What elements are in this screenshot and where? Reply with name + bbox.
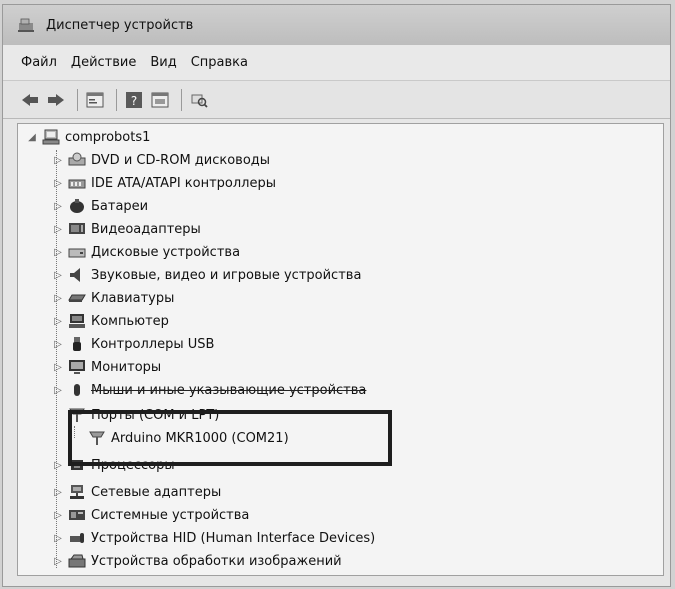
tree-item-sound[interactable]: ▷ Звуковые, видео и игровые устройства: [52, 264, 361, 286]
tree-item-system[interactable]: ▷ Системные устройства: [52, 504, 249, 526]
tree-item-label: Порты (COM и LPT): [91, 407, 220, 423]
ide-controller-icon: [68, 175, 86, 191]
tree-connector: [74, 426, 75, 438]
tree-item-label: Компьютер: [91, 313, 169, 329]
toolbar-separator: [77, 88, 78, 111]
tree-item-network[interactable]: ▷ Сетевые адаптеры: [52, 481, 221, 503]
expand-arrow-icon[interactable]: ▷: [52, 316, 64, 327]
speaker-icon: [68, 267, 86, 283]
tree-item-label: Процессоры: [91, 457, 175, 473]
expand-arrow-icon[interactable]: ▷: [52, 487, 64, 498]
tree-item-keyboard[interactable]: ▷ Клавиатуры: [52, 287, 174, 309]
tree-item-usb[interactable]: ▷ Контроллеры USB: [52, 333, 214, 355]
computer-icon: [42, 129, 60, 145]
expand-arrow-icon[interactable]: ▷: [52, 510, 64, 521]
display-adapter-icon: [68, 221, 86, 237]
imaging-device-icon: [68, 553, 86, 569]
menu-help[interactable]: Справка: [191, 55, 248, 70]
expand-arrow-icon[interactable]: ▷: [52, 385, 64, 396]
tree-item-label: IDE ATA/ATAPI контроллеры: [91, 175, 277, 191]
window-title: Диспетчер устройств: [46, 17, 194, 33]
view-icon[interactable]: [149, 89, 171, 111]
menu-file[interactable]: Файл: [21, 55, 57, 70]
tree-item-monitors[interactable]: ▷ Мониторы: [52, 356, 161, 378]
tree-item-label: DVD и CD-ROM дисководы: [91, 152, 271, 168]
tree-item-label: Сетевые адаптеры: [91, 484, 222, 500]
expand-arrow-icon[interactable]: ▷: [52, 533, 64, 544]
forward-icon[interactable]: [45, 89, 67, 111]
computer-icon: [68, 313, 86, 329]
tree-item-arduino-mkr1000[interactable]: Arduino MKR1000 (COM21): [88, 427, 289, 449]
expand-arrow-icon[interactable]: ▷: [52, 224, 64, 235]
dvd-drive-icon: [68, 152, 86, 168]
system-device-icon: [68, 507, 86, 523]
toolbar-separator: [181, 88, 182, 111]
back-icon[interactable]: [19, 89, 41, 111]
monitor-icon: [68, 359, 86, 375]
tree-item-mice[interactable]: ▷ Мыши и иные указывающие устройства: [52, 379, 366, 401]
port-icon: [68, 407, 86, 423]
collapse-arrow-icon[interactable]: ◢: [26, 132, 38, 143]
tree-item-video[interactable]: ▷ Видеоадаптеры: [52, 218, 201, 240]
tree-item-label: Мыши и иные указывающие устройства: [91, 382, 367, 398]
mouse-icon: [68, 382, 86, 398]
expand-arrow-icon[interactable]: ▷: [52, 201, 64, 212]
menu-view[interactable]: Вид: [150, 55, 176, 70]
battery-icon: [68, 198, 86, 214]
tree-item-ide[interactable]: ▷ IDE ATA/ATAPI контроллеры: [52, 172, 276, 194]
expand-arrow-icon[interactable]: ▷: [52, 556, 64, 567]
expand-arrow-icon[interactable]: ▷: [52, 293, 64, 304]
svg-text:?: ?: [131, 94, 137, 108]
keyboard-icon: [68, 290, 86, 306]
tree-item-ports[interactable]: Порты (COM и LPT): [52, 404, 219, 426]
device-manager-window: Диспетчер устройств Файл Действие Вид Сп…: [2, 4, 671, 587]
tree-item-disk[interactable]: ▷ Дисковые устройства: [52, 241, 240, 263]
tree-item-processors[interactable]: ▷ Процессоры: [52, 454, 175, 476]
tree-item-label: Видеоадаптеры: [91, 221, 201, 237]
tree-item-label: Батареи: [91, 198, 149, 214]
tree-item-label: Устройства HID (Human Interface Devices): [91, 530, 376, 546]
tree-item-hid[interactable]: ▷ Устройства HID (Human Interface Device…: [52, 527, 375, 549]
hid-icon: [68, 530, 86, 546]
expand-arrow-icon[interactable]: ▷: [52, 178, 64, 189]
tree-item-computer[interactable]: ▷ Компьютер: [52, 310, 169, 332]
menu-bar: Файл Действие Вид Справка: [3, 45, 670, 81]
tree-item-imaging[interactable]: ▷ Устройства обработки изображений: [52, 550, 342, 572]
title-bar: Диспетчер устройств: [3, 5, 670, 45]
tree-item-label: Мониторы: [91, 359, 162, 375]
device-tree[interactable]: ◢ comprobots1 ▷ DVD и CD-ROM дисководы ▷…: [17, 123, 664, 576]
expand-arrow-icon[interactable]: ▷: [52, 362, 64, 373]
toolbar-separator: [116, 88, 117, 111]
tree-item-label: Устройства обработки изображений: [91, 553, 342, 569]
usb-icon: [68, 336, 86, 352]
processor-icon: [68, 457, 86, 473]
tree-item-label: Контроллеры USB: [91, 336, 215, 352]
disk-drive-icon: [68, 244, 86, 260]
device-manager-icon: [17, 17, 35, 33]
expand-arrow-icon[interactable]: ▷: [52, 155, 64, 166]
tree-root-comprobots1[interactable]: ◢ comprobots1: [26, 126, 150, 148]
port-icon: [88, 430, 106, 446]
expand-arrow-icon[interactable]: ▷: [52, 339, 64, 350]
tree-item-label: Звуковые, видео и игровые устройства: [91, 267, 362, 283]
expand-arrow-icon[interactable]: ▷: [52, 460, 64, 471]
network-adapter-icon: [68, 484, 86, 500]
menu-action[interactable]: Действие: [71, 55, 136, 70]
properties-icon[interactable]: [84, 89, 106, 111]
tree-item-label: Дисковые устройства: [91, 244, 241, 260]
tree-item-label: Системные устройства: [91, 507, 250, 523]
help-icon[interactable]: ?: [123, 89, 145, 111]
tree-item-label: Клавиатуры: [91, 290, 175, 306]
toolbar: ?: [3, 81, 670, 119]
tree-item-dvd[interactable]: ▷ DVD и CD-ROM дисководы: [52, 149, 270, 171]
expand-arrow-icon[interactable]: ▷: [52, 270, 64, 281]
tree-item-label: Arduino MKR1000 (COM21): [111, 430, 289, 446]
expand-arrow-icon[interactable]: ▷: [52, 247, 64, 258]
tree-item-battery[interactable]: ▷ Батареи: [52, 195, 148, 217]
tree-root-label: comprobots1: [65, 129, 151, 145]
scan-hardware-icon[interactable]: [188, 89, 210, 111]
